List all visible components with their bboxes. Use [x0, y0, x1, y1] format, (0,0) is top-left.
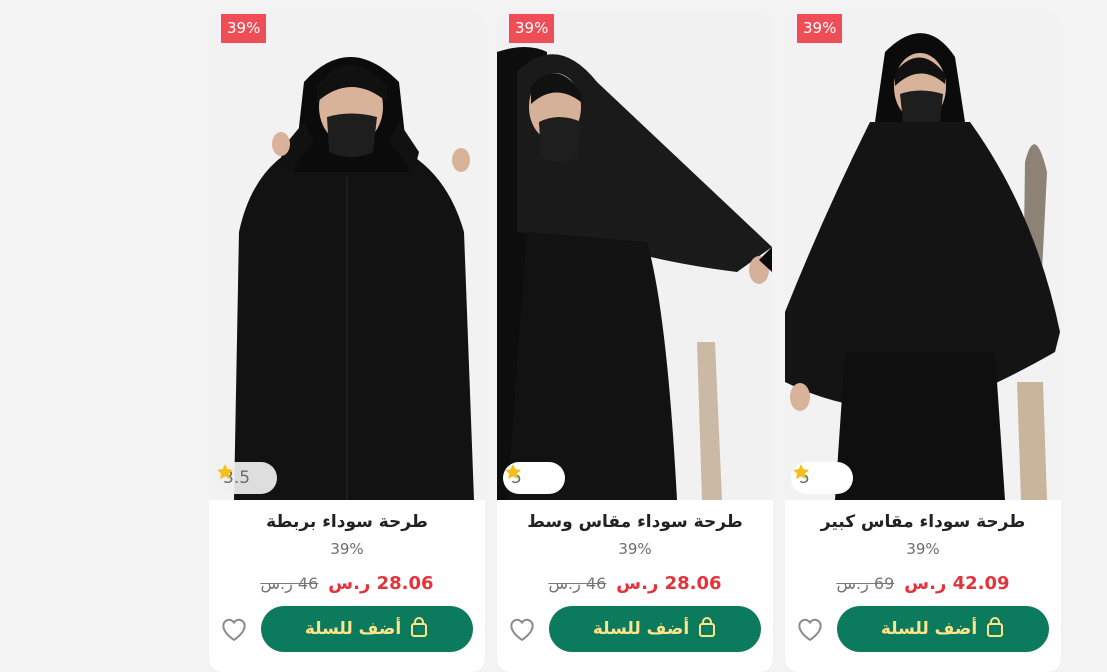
original-price-value: 69	[873, 573, 895, 593]
rating-pill: 3.5	[215, 462, 277, 494]
add-to-cart-label: أضف للسلة	[304, 619, 402, 639]
sale-price-value: 42.09	[952, 572, 1010, 594]
sale-price-value: 28.06	[376, 572, 434, 594]
rating-pill: 5	[791, 462, 853, 494]
sale-price-value: 28.06	[664, 572, 722, 594]
currency: ر.س	[548, 573, 581, 593]
lock-bag-icon	[985, 616, 1005, 643]
product-image[interactable]: 39% 3.5	[209, 12, 485, 500]
product-image[interactable]: 39% 5	[785, 12, 1061, 500]
original-price: 69 ر.س	[836, 574, 894, 593]
lock-bag-icon	[697, 616, 717, 643]
discount-badge: 39%	[797, 14, 843, 43]
currency: ر.س	[328, 572, 371, 594]
discount-badge: 39%	[509, 14, 555, 43]
discount-percent: 39%	[618, 540, 652, 558]
currency: ر.س	[836, 573, 869, 593]
currency: ر.س	[616, 572, 659, 594]
lock-bag-icon	[409, 616, 429, 643]
currency: ر.س	[260, 573, 293, 593]
price-row: 42.09 ر.س 69 ر.س	[785, 568, 1061, 598]
price-row: 28.06 ر.س 46 ر.س	[497, 568, 773, 598]
original-price-value: 46	[585, 573, 607, 593]
add-to-cart-label: أضف للسلة	[592, 619, 690, 639]
product-title[interactable]: طرحة سوداء مقاس وسط	[497, 512, 773, 536]
product-photo-illustration	[209, 12, 485, 500]
price-row: 28.06 ر.س 46 ر.س	[209, 568, 485, 598]
product-card[interactable]: 39% 3.5 طرحة سوداء بربطة 39% 28.06 ر.س 4…	[209, 12, 485, 672]
heart-icon[interactable]	[507, 614, 537, 646]
add-to-cart-label: أضف للسلة	[880, 619, 978, 639]
rating-pill: 5	[503, 462, 565, 494]
original-price: 46 ر.س	[548, 574, 606, 593]
add-to-cart-button[interactable]: أضف للسلة	[261, 606, 473, 652]
product-card[interactable]: 39% 5 طرحة سوداء مقاس كبير 39% 42.09 ر.س…	[785, 12, 1061, 672]
original-price-value: 46	[297, 573, 319, 593]
heart-icon[interactable]	[795, 614, 825, 646]
sale-price: 28.06 ر.س	[616, 573, 721, 594]
product-card[interactable]: 39% 5 طرحة سوداء مقاس وسط 39% 28.06 ر.س …	[497, 12, 773, 672]
add-to-cart-button[interactable]: أضف للسلة	[837, 606, 1049, 652]
currency: ر.س	[904, 572, 947, 594]
product-image[interactable]: 39% 5	[497, 12, 773, 500]
product-title[interactable]: طرحة سوداء بربطة	[209, 512, 485, 536]
add-to-cart-button[interactable]: أضف للسلة	[549, 606, 761, 652]
sale-price: 28.06 ر.س	[328, 573, 433, 594]
discount-badge: 39%	[221, 14, 267, 43]
product-photo-illustration	[497, 12, 773, 500]
product-title[interactable]: طرحة سوداء مقاس كبير	[785, 512, 1061, 536]
sale-price: 42.09 ر.س	[904, 573, 1009, 594]
original-price: 46 ر.س	[260, 574, 318, 593]
heart-icon[interactable]	[219, 614, 249, 646]
discount-percent: 39%	[906, 540, 940, 558]
discount-percent: 39%	[330, 540, 364, 558]
product-photo-illustration	[785, 12, 1061, 500]
